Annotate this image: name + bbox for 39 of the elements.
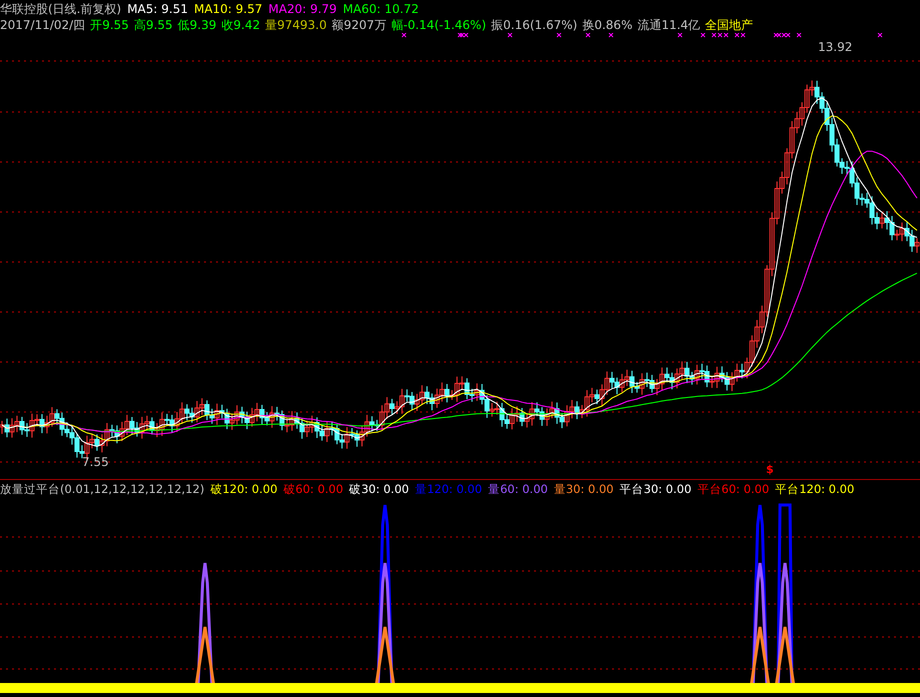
cross-mark-icon	[700, 33, 706, 38]
indicator-value: 平台30: 0.00	[620, 481, 692, 497]
indicator-value: 量60: 0.00	[488, 481, 548, 497]
cross-mark-icon	[556, 33, 562, 38]
moving-average-value: MA20: 9.79	[268, 2, 337, 17]
indicator-value: 平台60: 0.00	[697, 481, 770, 497]
quote-value: 振0.16(1.67%)	[491, 18, 578, 33]
cross-mark-icon	[402, 33, 406, 38]
quote-value: 开9.55	[90, 18, 129, 33]
indicator-value: 破30: 0.00	[349, 481, 409, 497]
cross-mark-icon	[586, 33, 590, 38]
low-price-label: 7.55	[82, 455, 109, 469]
cross-mark-icon	[796, 33, 802, 38]
cross-mark-icon	[878, 33, 882, 38]
stock-title: 华联控股(日线.前复权)	[0, 2, 122, 17]
quote-value: 换0.86%	[582, 18, 632, 33]
indicator-value: 平台120: 0.00	[775, 481, 854, 497]
high-price-label: 13.92	[818, 40, 852, 54]
indicator-value: 破120: 0.00	[210, 481, 278, 497]
quote-value: 低9.39	[178, 18, 216, 33]
quote-value: 高9.55	[134, 18, 173, 33]
indicator-title: 放量过平台(0.01,12,12,12,12,12,12)	[0, 481, 204, 497]
indicator-value: 量30: 0.00	[554, 481, 614, 497]
quote-value: 幅-0.14(-1.46%)	[391, 18, 486, 33]
quote-value: 收9.42	[221, 18, 260, 33]
indicator-value: 量120: 0.00	[414, 481, 482, 497]
quote-value: 全国地产	[705, 18, 754, 33]
signal-mark: $	[766, 463, 774, 476]
cross-mark-icon	[508, 33, 512, 38]
cross-mark-icon	[678, 33, 682, 38]
cross-mark-icon	[608, 33, 614, 38]
moving-average-value: MA60: 10.72	[342, 2, 419, 17]
quote-value: 额9207万	[332, 18, 386, 33]
moving-average-value: MA10: 9.57	[194, 2, 262, 17]
quote-value: 2017/11/02/四	[0, 18, 86, 33]
quote-value: 量97493.0	[265, 18, 327, 33]
moving-average-value: MA5: 9.51	[127, 2, 188, 17]
indicator-value: 破60: 0.00	[283, 481, 344, 497]
quote-value: 流通11.4亿	[637, 18, 700, 33]
